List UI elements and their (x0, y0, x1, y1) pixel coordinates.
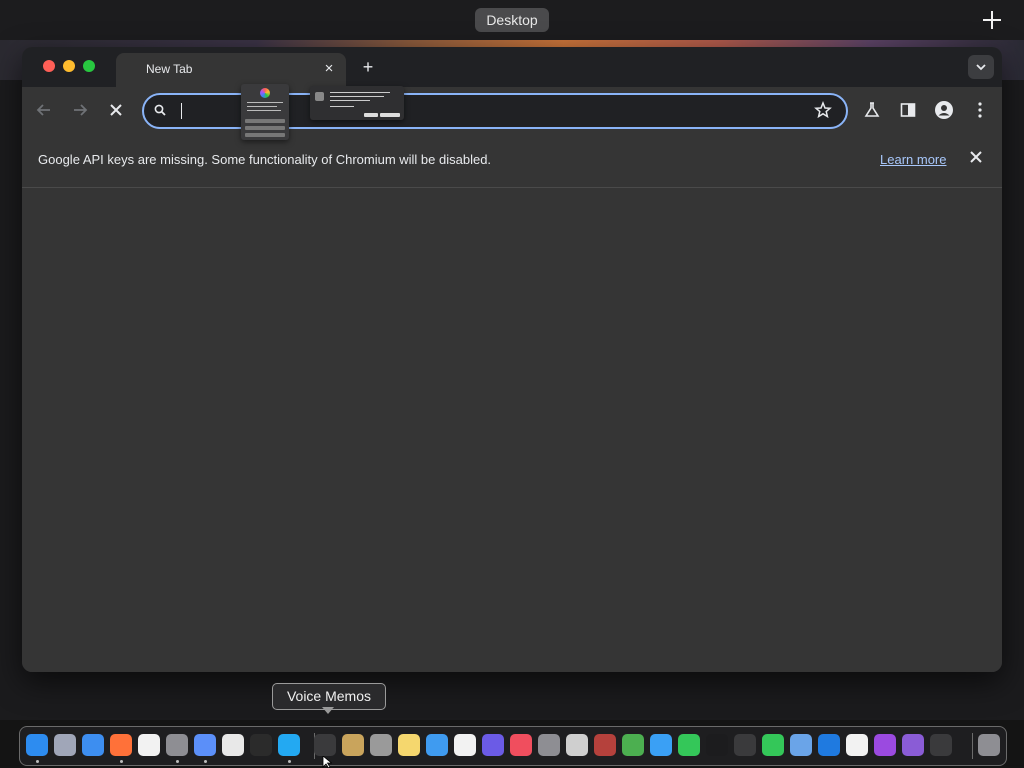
tab-new-tab[interactable]: New Tab × (116, 53, 346, 87)
window-thumbnail-dialog[interactable] (241, 84, 289, 140)
chevron-down-icon (976, 64, 986, 71)
window-maximize-button[interactable] (83, 60, 95, 72)
dock-font-book-icon[interactable] (538, 734, 560, 756)
search-icon (154, 104, 166, 116)
dock-dictionary-icon[interactable] (594, 734, 616, 756)
spaces-bar: Desktop (0, 0, 1024, 40)
new-tab-plus-icon[interactable]: + (358, 57, 378, 77)
dock-activity-monitor-icon[interactable] (734, 734, 756, 756)
dock-textedit-icon[interactable] (222, 734, 244, 756)
dock-find-my-icon[interactable] (678, 734, 700, 756)
dock-news-icon[interactable] (510, 734, 532, 756)
dock-running-indicator (204, 760, 207, 763)
thumbnail-button (364, 113, 378, 117)
dock-screenshot-icon[interactable] (370, 734, 392, 756)
page-content (22, 188, 1002, 672)
dock-icloud-icon[interactable] (426, 734, 448, 756)
kebab-menu-icon[interactable] (970, 100, 990, 120)
dock-stickies-icon[interactable] (398, 734, 420, 756)
tab-close-icon[interactable]: × (322, 61, 336, 76)
dock-voice-memos-icon[interactable] (314, 734, 336, 756)
thumbnail-text-line (330, 106, 354, 107)
thumbnail-button (245, 126, 285, 130)
dock-visual-studio-icon[interactable] (902, 734, 924, 756)
stop-loading-close-icon[interactable] (106, 100, 126, 120)
thumbnail-text-line (247, 106, 277, 107)
dock-running-indicator (288, 760, 291, 763)
infobar-message: Google API keys are missing. Some functi… (38, 152, 492, 167)
dock-freeform-icon[interactable] (650, 734, 672, 756)
profile-person-icon[interactable] (934, 100, 954, 120)
thumbnail-text-line (330, 100, 370, 101)
thumbnail-text-line (330, 92, 390, 93)
desktop-space-label[interactable]: Desktop (475, 8, 549, 32)
dock-safari-icon[interactable] (82, 734, 104, 756)
dock-script-editor-icon[interactable] (930, 734, 952, 756)
api-keys-infobar: Google API keys are missing. Some functi… (22, 133, 1002, 188)
dock-reminders-icon[interactable] (454, 734, 476, 756)
labs-flask-icon[interactable] (862, 100, 882, 120)
tab-strip: New Tab × + (22, 47, 1002, 87)
forward-arrow-icon[interactable] (70, 100, 90, 120)
back-arrow-icon[interactable] (34, 100, 54, 120)
learn-more-link[interactable]: Learn more (880, 152, 946, 167)
dock-clock-icon[interactable] (846, 734, 868, 756)
dock-running-indicator (176, 760, 179, 763)
dock-xcode-instruments-icon[interactable] (818, 734, 840, 756)
dock-separator (972, 733, 973, 759)
dock-finder-icon[interactable] (26, 734, 48, 756)
dock-chess-icon[interactable] (566, 734, 588, 756)
add-space-plus-icon[interactable] (980, 8, 1004, 32)
dock-launchpad-icon[interactable] (54, 734, 76, 756)
thumbnail-text-line (247, 102, 283, 103)
tab-search-button[interactable] (968, 55, 994, 79)
bookmark-star-icon[interactable] (814, 101, 832, 119)
dock-shortcuts-icon[interactable] (482, 734, 504, 756)
thumbnail-button (380, 113, 400, 117)
dock-messages-icon[interactable] (762, 734, 784, 756)
app-logo-icon (260, 88, 270, 98)
thumbnail-button (245, 119, 285, 123)
dock-vscode-icon[interactable] (278, 734, 300, 756)
dock-running-indicator (120, 760, 123, 763)
side-panel-icon[interactable] (898, 100, 918, 120)
tab-title: New Tab (146, 62, 193, 76)
dock-trash-icon[interactable] (978, 734, 1000, 756)
dock-tooltip: Voice Memos (272, 683, 386, 710)
window-minimize-button[interactable] (63, 60, 75, 72)
infobar-close-icon[interactable] (968, 149, 984, 165)
tooltip-arrow (322, 707, 334, 714)
dock-screen-sharing-icon[interactable] (790, 734, 812, 756)
thumbnail-button (245, 133, 285, 137)
dock-terminal-icon[interactable] (250, 734, 272, 756)
mouse-pointer-icon (322, 756, 332, 768)
toolbar (22, 87, 1002, 133)
thumbnail-text-line (247, 110, 281, 111)
dock-system-settings-icon[interactable] (166, 734, 188, 756)
dock-running-indicator (36, 760, 39, 763)
dock-chrome-icon[interactable] (622, 734, 644, 756)
dock-chromium-icon[interactable] (194, 734, 216, 756)
text-caret (181, 103, 182, 119)
dock (19, 726, 1007, 766)
alert-app-icon (315, 92, 324, 101)
window-close-button[interactable] (43, 60, 55, 72)
dock-apple-tv-icon[interactable] (706, 734, 728, 756)
thumbnail-text-line (330, 96, 384, 97)
browser-window: New Tab × + Google API keys are missing.… (22, 47, 1002, 672)
dock-podcasts-icon[interactable] (874, 734, 896, 756)
dock-notes-folder-icon[interactable] (342, 734, 364, 756)
window-thumbnail-alert[interactable] (310, 86, 404, 120)
dock-capcut-icon[interactable] (138, 734, 160, 756)
dock-firefox-icon[interactable] (110, 734, 132, 756)
